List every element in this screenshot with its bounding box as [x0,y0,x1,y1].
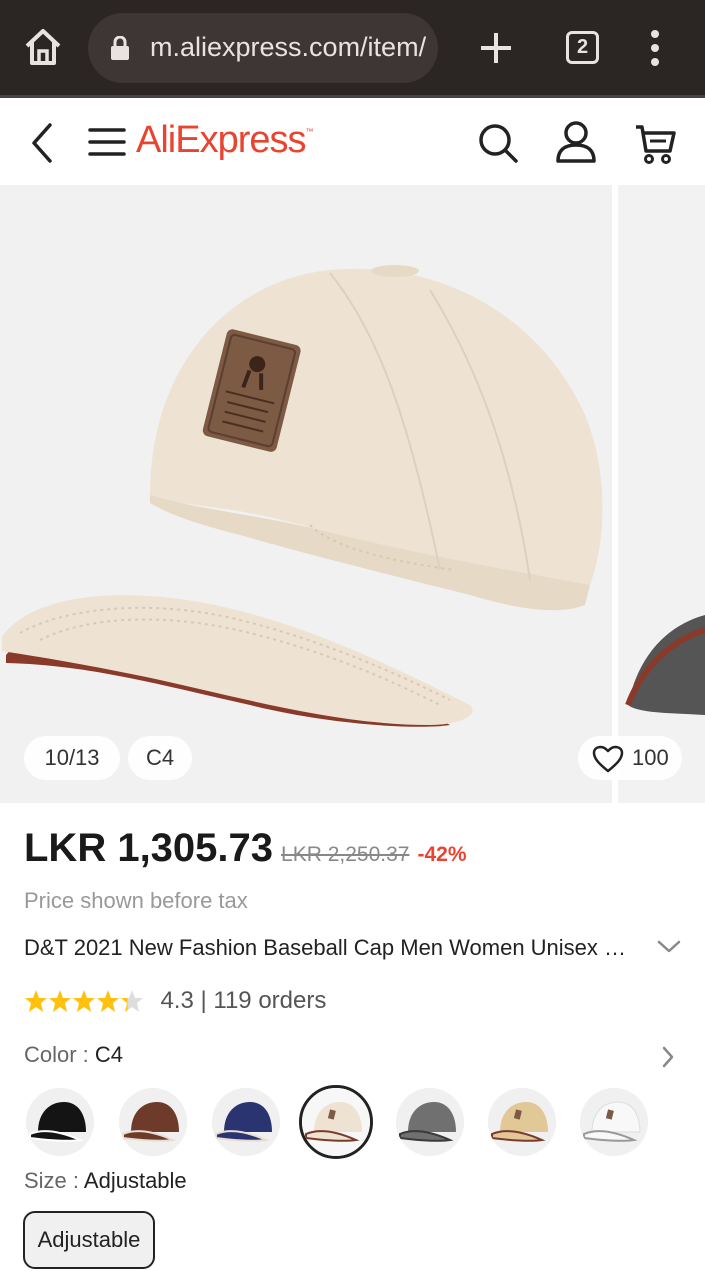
color-swatches [26,1085,686,1160]
cap-thumbnail-icon [212,1088,280,1156]
app-header: AliExpress™ [0,101,705,185]
cap-thumbnail-icon [488,1088,556,1156]
color-value: C4 [94,1042,124,1067]
chevron-down-icon[interactable] [656,938,682,956]
cap-thumbnail-icon [302,1088,370,1156]
swatch-c2[interactable] [119,1088,187,1156]
cap-thumbnail-icon [580,1088,648,1156]
menu-icon[interactable] [88,125,126,159]
color-label: Color : C4 [24,1042,123,1068]
next-product-image[interactable] [618,185,705,803]
product-image[interactable] [0,185,612,803]
current-price: LKR 1,305.73 [24,826,274,870]
search-icon[interactable] [476,121,520,165]
chevron-right-icon[interactable] [660,1045,676,1069]
toolbar-divider [0,95,705,98]
rating-orders-text: 4.3 | 119 orders [160,987,327,1014]
size-label: Size : Adjustable [24,1168,187,1194]
swatch-c1[interactable] [26,1088,94,1156]
tax-note: Price shown before tax [24,888,248,913]
swatch-c4-selected[interactable] [299,1085,373,1159]
product-gallery[interactable]: 10/13 C4 100 [0,185,705,803]
plus-icon[interactable] [476,28,516,68]
heart-icon [592,745,624,773]
wishlist-count: 100 [632,745,669,770]
cap-thumbnail-icon [119,1088,187,1156]
swatch-c3[interactable] [212,1088,280,1156]
browser-toolbar: m.aliexpress.com/item/ 2 [0,0,705,98]
price-row: LKR 1,305.73 LKR 2,250.37 -42% [24,826,467,874]
more-vert-icon[interactable] [645,28,665,68]
wishlist-button[interactable]: 100 [578,736,682,780]
size-label-key: Size : [24,1168,84,1193]
color-label-key: Color : [24,1042,95,1067]
cap-thumbnail-icon [26,1088,94,1156]
original-price: LKR 2,250.37 [281,843,410,866]
url-bar[interactable]: m.aliexpress.com/item/ [88,13,438,83]
back-icon[interactable] [26,121,60,165]
size-value: Adjustable [83,1168,187,1193]
cart-icon[interactable] [634,121,676,165]
rating-row[interactable]: 4.3 | 119 orders [24,987,326,1019]
variant-tag: C4 [128,736,192,780]
tabs-counter-button[interactable]: 2 [566,31,599,64]
cap-thumbnail-icon [396,1088,464,1156]
swatch-c5[interactable] [396,1088,464,1156]
star-rating-icon [25,990,143,1012]
home-icon[interactable] [22,26,64,68]
product-title[interactable]: D&T 2021 New Fashion Baseball Cap Men Wo… [24,935,634,961]
image-counter: 10/13 [24,736,120,780]
aliexpress-logo[interactable]: AliExpress™ [136,119,314,162]
user-icon[interactable] [554,119,598,165]
size-option-button[interactable]: Adjustable [23,1211,155,1269]
discount-badge: -42% [417,843,467,866]
lock-icon [111,36,129,60]
logo-text: AliExpress [136,119,306,161]
swatch-c6[interactable] [488,1088,556,1156]
swatch-c7[interactable] [580,1088,648,1156]
logo-tm: ™ [305,127,314,136]
url-text: m.aliexpress.com/item/ [150,32,427,62]
